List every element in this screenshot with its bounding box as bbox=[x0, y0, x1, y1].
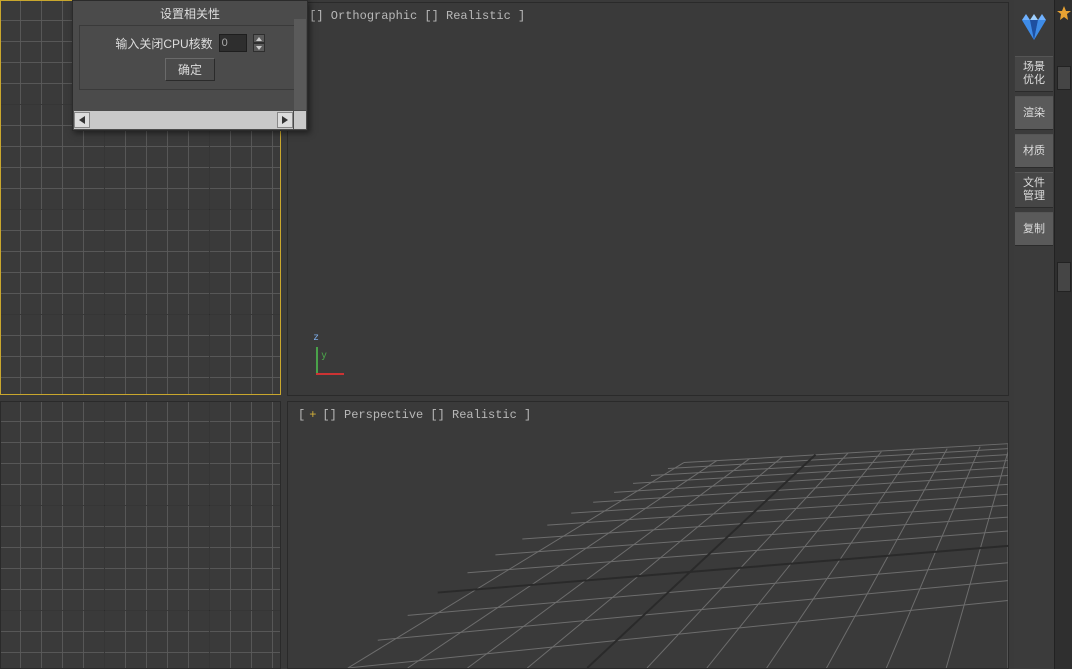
viewport-top-right[interactable]: [[] Orthographic [] Realistic ] z y bbox=[287, 2, 1009, 396]
set-affinity-dialog: 设置相关性 输入关闭CPU核数 确定 bbox=[72, 0, 308, 131]
sidebar-item-label: 渲染 bbox=[1023, 107, 1045, 120]
viewport-label[interactable]: [[] Orthographic [] Realistic ] bbox=[298, 9, 525, 23]
viewport-label-text: [] Orthographic [] Realistic ] bbox=[309, 9, 525, 23]
chevron-right-icon bbox=[282, 116, 288, 124]
sidebar-item-copy[interactable]: 复制 bbox=[1015, 212, 1053, 246]
chevron-down-icon bbox=[256, 46, 262, 50]
right-sidebar: 场景优化 渲染 材质 文件管理 复制 bbox=[1014, 0, 1072, 669]
dialog-title: 设置相关性 bbox=[73, 1, 307, 25]
viewport-bottom-left[interactable] bbox=[0, 401, 281, 669]
spinner-down-button[interactable] bbox=[253, 43, 265, 52]
spinner-up-button[interactable] bbox=[253, 34, 265, 43]
scroll-left-button[interactable] bbox=[74, 112, 90, 128]
ortho-grid bbox=[1, 402, 280, 668]
dialog-vertical-scroll[interactable] bbox=[294, 19, 306, 110]
sidebar-item-file-manage[interactable]: 文件管理 bbox=[1015, 172, 1053, 208]
chevron-left-icon bbox=[79, 116, 85, 124]
confirm-button[interactable]: 确定 bbox=[165, 58, 215, 81]
sidebar-strip bbox=[1054, 0, 1072, 669]
perspective-grid bbox=[288, 402, 1008, 668]
sidebar-item-label: 场景优化 bbox=[1023, 61, 1045, 87]
dialog-fieldset: 输入关闭CPU核数 确定 bbox=[79, 25, 301, 90]
chevron-up-icon bbox=[256, 37, 262, 41]
sidebar-main-column: 场景优化 渲染 材质 文件管理 复制 bbox=[1014, 0, 1054, 669]
cpu-cores-label: 输入关闭CPU核数 bbox=[115, 35, 212, 52]
cpu-cores-spinner bbox=[253, 34, 265, 52]
sidebar-item-label: 文件管理 bbox=[1023, 177, 1045, 203]
dialog-horizontal-scroll[interactable] bbox=[74, 111, 293, 129]
cpu-cores-input[interactable] bbox=[219, 34, 247, 52]
strip-panel-stub-2[interactable] bbox=[1057, 262, 1071, 292]
sidebar-item-label: 材质 bbox=[1023, 145, 1045, 158]
diamond-logo-icon bbox=[1018, 14, 1050, 42]
sidebar-item-render[interactable]: 渲染 bbox=[1015, 96, 1053, 130]
star-icon[interactable] bbox=[1057, 6, 1071, 20]
sidebar-item-scene-optimize[interactable]: 场景优化 bbox=[1015, 56, 1053, 92]
viewport-bottom-right[interactable]: [ + [] Perspective [] Realistic ] bbox=[287, 401, 1009, 669]
strip-panel-stub-1[interactable] bbox=[1057, 66, 1071, 90]
sidebar-item-label: 复制 bbox=[1023, 223, 1045, 236]
dialog-resize-corner[interactable] bbox=[294, 111, 306, 129]
axis-gizmo: z y bbox=[310, 335, 350, 375]
sidebar-item-material[interactable]: 材质 bbox=[1015, 134, 1053, 168]
scroll-right-button[interactable] bbox=[277, 112, 293, 128]
app-logo[interactable] bbox=[1015, 4, 1053, 52]
